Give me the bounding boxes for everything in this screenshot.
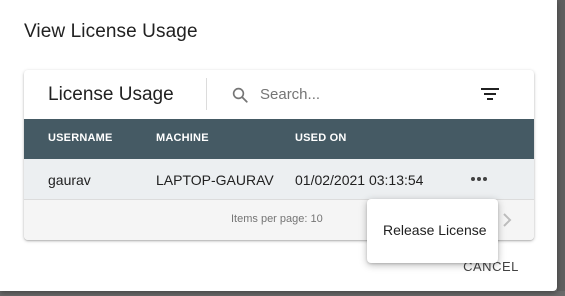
column-header-machine[interactable]: MACHINE (156, 132, 209, 144)
header-divider (206, 78, 207, 110)
dialog-title: View License Usage (24, 21, 198, 42)
backdrop-bottom (0, 291, 565, 296)
cell-machine: LAPTOP-GAURAV (156, 172, 274, 188)
row-context-menu: Release License (367, 199, 498, 263)
cell-username: gaurav (48, 172, 91, 188)
table-row[interactable]: gaurav LAPTOP-GAURAV 01/02/2021 03:13:54 (24, 159, 534, 200)
table-header: USERNAME MACHINE USED ON (24, 119, 534, 159)
card-title: License Usage (48, 84, 174, 105)
filter-icon[interactable] (478, 84, 502, 104)
menu-item-label: Release License (383, 222, 487, 238)
search-icon (232, 87, 248, 103)
more-horizontal-icon[interactable] (465, 168, 493, 190)
chevron-right-icon[interactable] (500, 211, 514, 229)
release-license-menu-item[interactable]: Release License (367, 207, 498, 255)
backdrop (557, 0, 565, 296)
column-header-used-on[interactable]: USED ON (295, 132, 347, 144)
card-header: License Usage (24, 70, 534, 119)
column-header-username[interactable]: USERNAME (48, 132, 113, 144)
items-per-page-label: Items per page: 10 (231, 213, 323, 225)
cell-used-on: 01/02/2021 03:13:54 (295, 172, 424, 188)
search-input[interactable] (260, 82, 460, 106)
